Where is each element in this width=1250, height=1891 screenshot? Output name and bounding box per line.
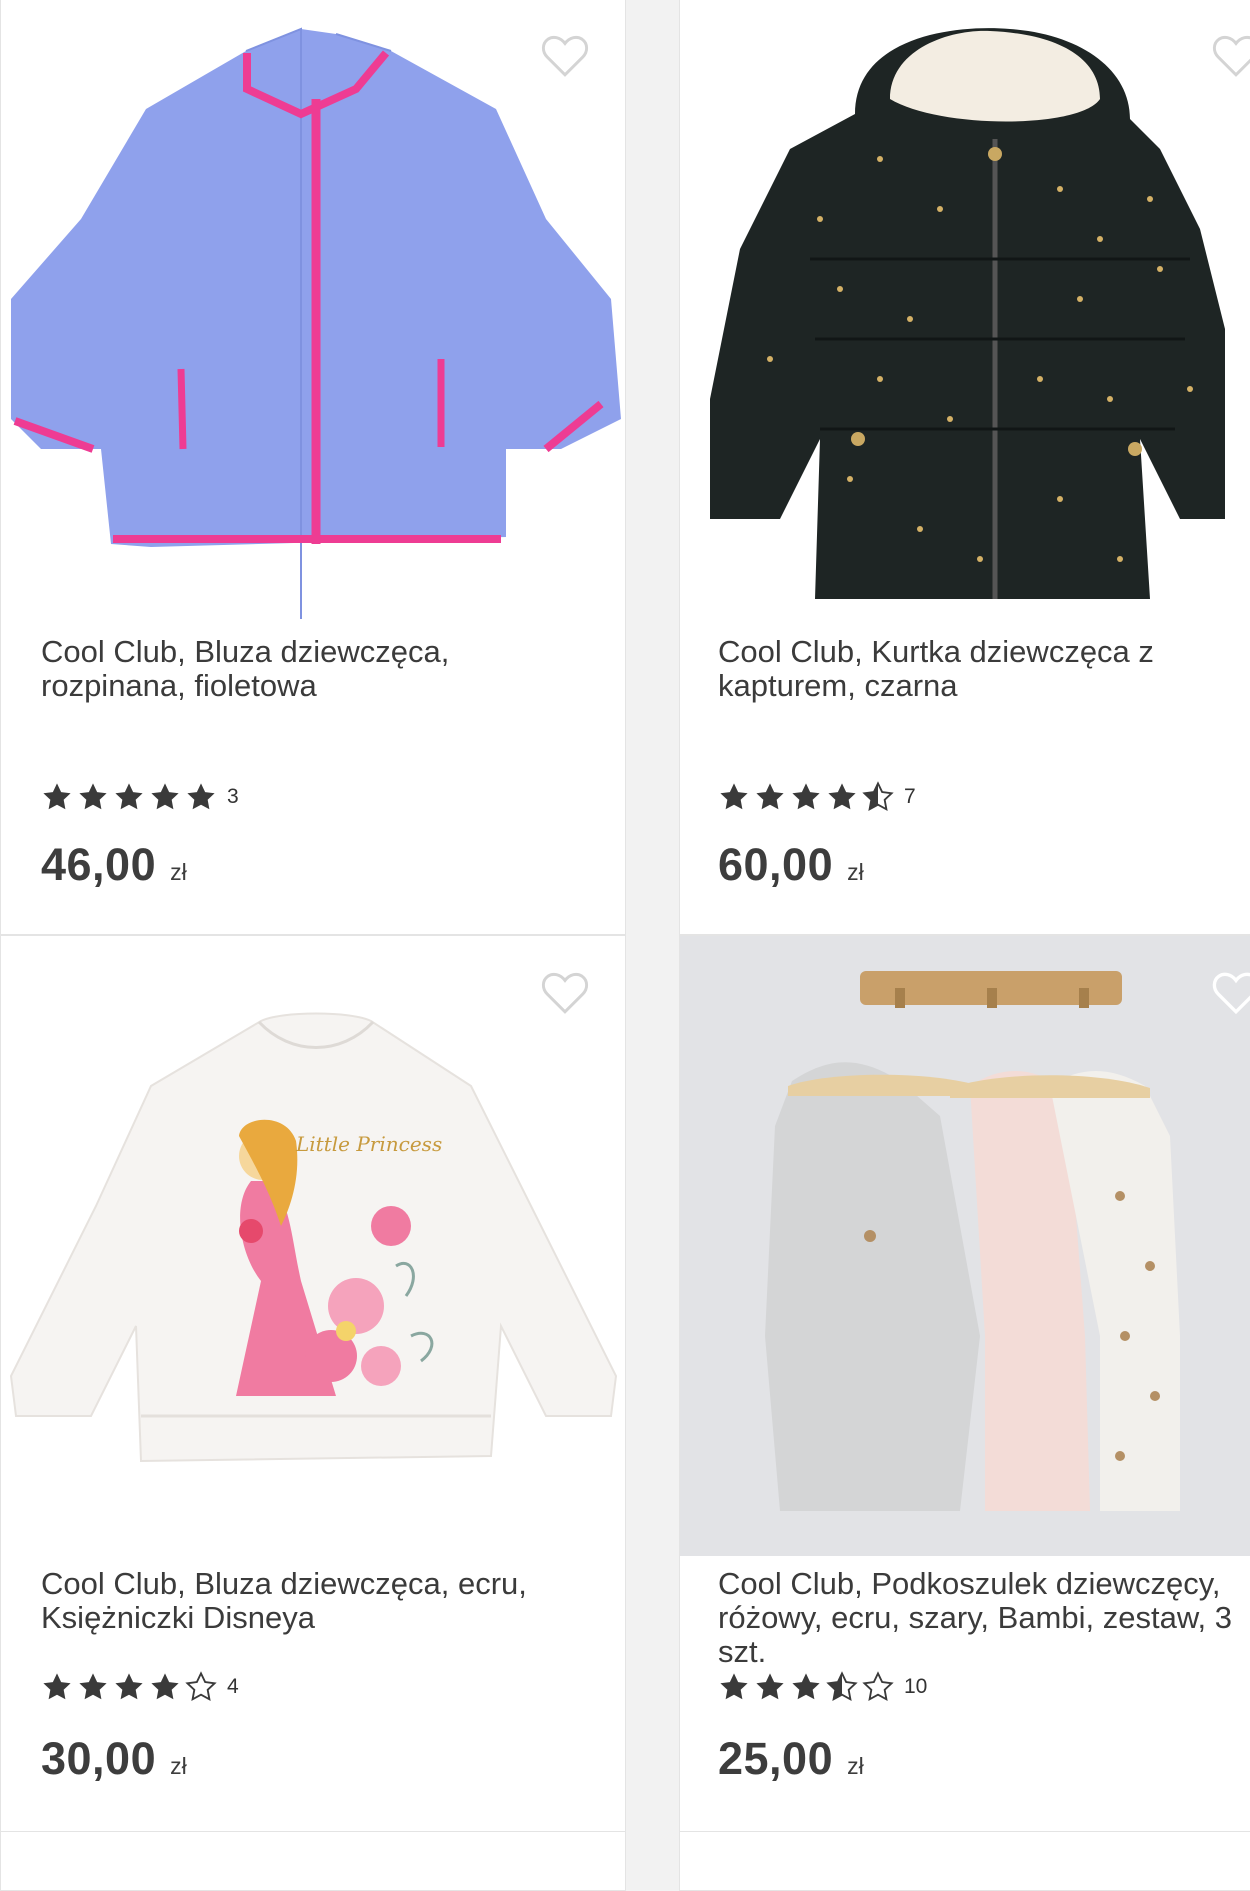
review-count: 10 [904,1675,928,1698]
price-currency: zł [847,1753,864,1779]
price-currency: zł [170,1753,187,1779]
product-rating: 7 [718,781,916,813]
star-filled-icon [185,781,217,813]
star-filled-icon [718,1671,750,1703]
star-filled-icon [41,781,73,813]
heart-outline-icon[interactable] [1210,33,1250,79]
star-filled-icon [790,1671,822,1703]
star-filled-icon [41,1671,73,1703]
product-price: 60,00 zł [718,839,864,891]
star-filled-icon [149,781,181,813]
star-filled-icon [77,1671,109,1703]
star-filled-icon [77,781,109,813]
price-currency: zł [170,859,187,885]
product-card[interactable] [679,1831,1250,1891]
product-card[interactable]: Cool Club, Kurtka dziewczęca z kapturem,… [679,0,1250,935]
star-empty-icon [862,1671,894,1703]
price-amount: 25,00 [718,1733,834,1784]
review-count: 3 [227,785,239,808]
rating-stars [41,1671,217,1703]
product-card[interactable]: Little Princess Cool Club, Bluza dziewcz… [0,935,626,1833]
heart-outline-icon[interactable] [539,970,591,1016]
product-card[interactable] [0,1831,626,1891]
star-filled-icon [754,781,786,813]
star-filled-icon [113,1671,145,1703]
product-card[interactable]: Cool Club, Bluza dziewczęca, rozpinana, … [0,0,626,935]
product-rating: 4 [41,1671,239,1703]
star-half-icon [862,781,894,813]
star-filled-icon [718,781,750,813]
star-filled-icon [790,781,822,813]
review-count: 4 [227,1675,239,1698]
product-price: 30,00 zł [41,1733,187,1785]
price-amount: 30,00 [41,1733,157,1784]
product-title[interactable]: Cool Club, Bluza dziewczęca, rozpinana, … [41,635,601,703]
product-rating: 3 [41,781,239,813]
star-half-icon [826,1671,858,1703]
product-price: 46,00 zł [41,839,187,891]
rating-stars [41,781,217,813]
rating-stars [718,781,894,813]
product-image[interactable]: Little Princess [1,936,626,1556]
price-amount: 46,00 [41,839,157,890]
star-filled-icon [149,1671,181,1703]
product-title[interactable]: Cool Club, Podkoszulek dziewczęcy, różow… [718,1567,1250,1669]
price-currency: zł [847,859,864,885]
heart-outline-icon[interactable] [1210,970,1250,1016]
product-title[interactable]: Cool Club, Bluza dziewczęca, ecru, Księż… [41,1567,601,1635]
star-empty-icon [185,1671,217,1703]
product-rating: 10 [718,1671,927,1703]
review-count: 7 [904,785,916,808]
star-filled-icon [826,781,858,813]
product-image[interactable] [680,936,1250,1556]
star-filled-icon [754,1671,786,1703]
product-image[interactable] [680,0,1250,619]
star-filled-icon [113,781,145,813]
rating-stars [718,1671,894,1703]
product-title[interactable]: Cool Club, Kurtka dziewczęca z kapturem,… [718,635,1250,703]
price-amount: 60,00 [718,839,834,890]
svg-text:Little Princess: Little Princess [295,1132,442,1156]
product-image[interactable] [1,0,626,619]
product-price: 25,00 zł [718,1733,864,1785]
heart-outline-icon[interactable] [539,33,591,79]
product-card[interactable]: Cool Club, Podkoszulek dziewczęcy, różow… [679,935,1250,1833]
